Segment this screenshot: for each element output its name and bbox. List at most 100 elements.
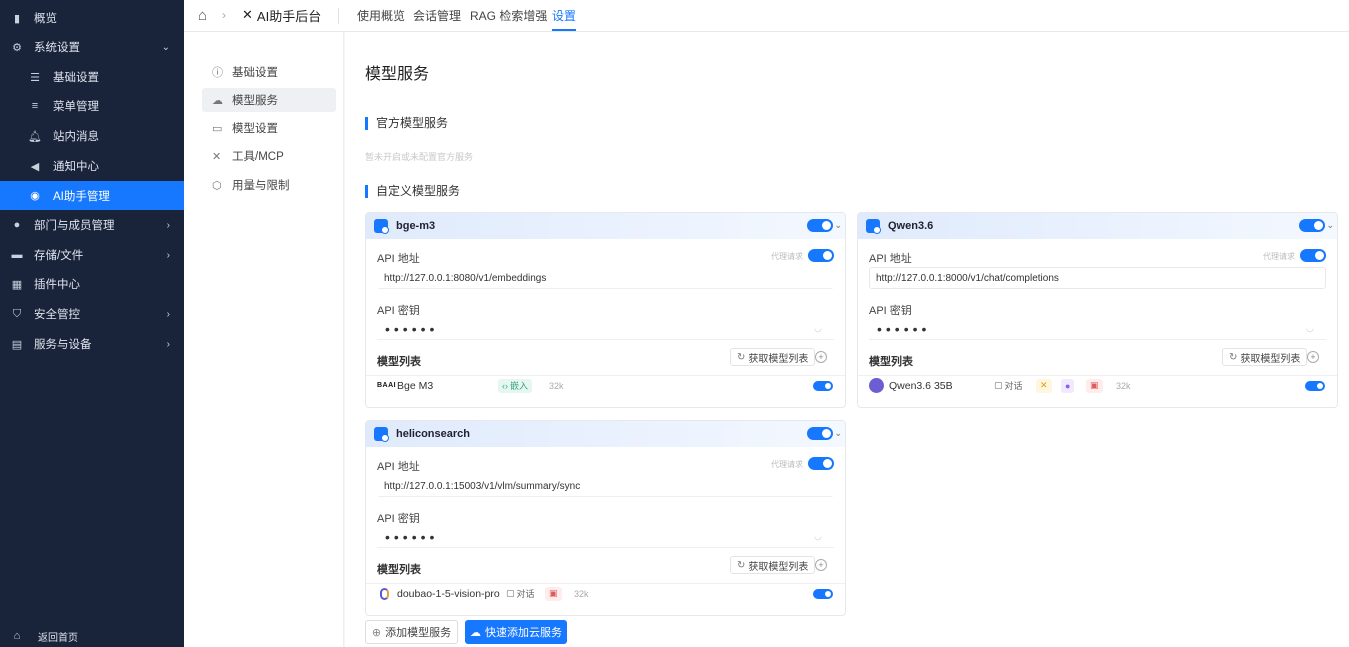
fetch-models-button[interactable]: ↻ 获取模型列表 xyxy=(1222,348,1308,366)
settings-nav-basic[interactable]: ⓘ 基础设置 xyxy=(202,60,336,84)
api-key-label: API 密钥 xyxy=(377,305,420,317)
sidebar-item-plugins[interactable]: ▦ 插件中心 xyxy=(0,270,184,298)
chevron-down-icon[interactable]: ⌄ xyxy=(834,428,842,439)
custom-section-title: 自定义模型服务 xyxy=(365,185,460,198)
gear-icon: ⚙ xyxy=(12,41,22,54)
settings-nav-model-settings[interactable]: ▭ 模型设置 xyxy=(202,116,336,140)
sidebar-item-storage[interactable]: ▬ 存储/文件 › xyxy=(0,241,184,269)
model-row: BAAI Bge M3 ‹› 嵌入 32k xyxy=(366,375,845,395)
service-card: bge-m3 ⌄ API 地址 代理请求 http://127.0.0.1:80… xyxy=(365,212,846,408)
tab-settings[interactable]: 设置 xyxy=(552,0,577,31)
home-icon[interactable]: ⌂ xyxy=(198,0,207,30)
tools-icon: ✕ xyxy=(242,7,253,22)
service-name: bge-m3 xyxy=(396,220,436,232)
settings-nav-model-service[interactable]: ☁ 模型服务 xyxy=(202,88,336,112)
info-icon: ⓘ xyxy=(212,67,223,79)
sidebar-item-services-devices[interactable]: ▤ 服务与设备 › xyxy=(0,330,184,358)
sidebar-item-departments[interactable]: ● 部门与成员管理 › xyxy=(0,211,184,239)
chat-tag: ▢ 对话 xyxy=(994,380,1023,391)
official-hint: 暂未开启或未配置官方服务 xyxy=(365,152,474,162)
chevron-right-icon: › xyxy=(166,249,170,261)
api-key-label: API 密钥 xyxy=(869,305,912,317)
model-vendor-logo: BAAI xyxy=(377,382,397,389)
sidebar-item-notification-center[interactable]: ◀ 通知中心 xyxy=(0,152,184,180)
model-enable-toggle[interactable] xyxy=(813,381,833,391)
reasoning-tag-icon: ● xyxy=(1061,378,1075,393)
api-url-input[interactable]: http://127.0.0.1:15003/v1/vlm/summary/sy… xyxy=(377,475,834,497)
sidebar-item-site-messages[interactable]: 🔔︎ 站内消息 xyxy=(0,122,184,150)
tab-session-management[interactable]: 会话管理 xyxy=(413,0,461,30)
settings-nav-tools-mcp[interactable]: ✕ 工具/MCP xyxy=(202,144,336,168)
model-name: doubao-1-5-vision-pro xyxy=(397,587,500,600)
bell-icon: 🔔︎ xyxy=(28,130,42,143)
back-home-link[interactable]: ⌂ 返回首页 xyxy=(0,625,184,647)
api-key-input[interactable]: •••••• xyxy=(869,318,1326,340)
context-length: 32k xyxy=(1116,380,1131,391)
grid-icon: ▦ xyxy=(11,278,23,291)
api-url-input[interactable]: http://127.0.0.1:8000/v1/chat/completion… xyxy=(869,267,1326,289)
add-model-service-button[interactable]: ⊕ 添加模型服务 xyxy=(365,620,458,644)
sidebar-item-system-settings[interactable]: ⚙ 系统设置 ⌄ xyxy=(0,33,184,61)
settings-nav: ⓘ 基础设置 ☁ 模型服务 ▭ 模型设置 ✕ 工具/MCP ⬡ 用量与限制 xyxy=(184,32,344,647)
embedding-tag: ‹› 嵌入 xyxy=(498,378,533,393)
eye-off-icon[interactable]: ◡ xyxy=(814,531,822,542)
proxy-toggle[interactable] xyxy=(808,457,834,470)
sidebar-item-basic-settings[interactable]: ☰ 基础设置 xyxy=(0,63,184,91)
chevron-down-icon[interactable]: ⌄ xyxy=(1326,220,1334,231)
chevron-down-icon: ⌄ xyxy=(161,41,170,53)
refresh-icon: ↻ xyxy=(737,559,746,571)
vision-tag-icon: ▣ xyxy=(1086,378,1103,393)
sidebar-item-menu-management[interactable]: ≡ 菜单管理 xyxy=(0,92,184,120)
fetch-models-button[interactable]: ↻ 获取模型列表 xyxy=(730,348,816,366)
service-enable-toggle[interactable] xyxy=(1299,219,1325,232)
tools-tag-icon: ✕ xyxy=(1036,378,1052,393)
tab-usage-overview[interactable]: 使用概览 xyxy=(357,0,405,30)
proxy-toggle[interactable] xyxy=(808,249,834,262)
add-model-icon[interactable]: + xyxy=(815,559,827,571)
service-card-header: Qwen3.6 ⌄ xyxy=(858,213,1337,239)
sidebar-item-ai-assistant[interactable]: ◉ AI助手管理 xyxy=(0,181,184,210)
sliders-icon: ☰ xyxy=(30,71,40,84)
model-enable-toggle[interactable] xyxy=(1305,381,1325,391)
chevron-right-icon: › xyxy=(222,8,226,22)
fetch-models-button[interactable]: ↻ 获取模型列表 xyxy=(730,556,816,574)
add-model-icon[interactable]: + xyxy=(815,351,827,363)
bar-chart-icon: ▮ xyxy=(13,12,21,25)
service-logo-icon xyxy=(374,219,389,234)
service-card-header: heliconsearch ⌄ xyxy=(366,421,845,447)
chevron-right-icon: › xyxy=(166,338,170,350)
server-icon: ▤ xyxy=(11,338,23,351)
service-enable-toggle[interactable] xyxy=(807,427,833,440)
eye-off-icon[interactable]: ◡ xyxy=(1306,323,1314,334)
quick-add-cloud-button[interactable]: ☁ 快速添加云服务 xyxy=(465,620,567,644)
eye-off-icon[interactable]: ◡ xyxy=(814,323,822,334)
service-name: heliconsearch xyxy=(396,428,470,440)
top-bar: ⌂ › ✕ AI助手后台 使用概览 会话管理 RAG 检索增强 设置 xyxy=(184,0,1349,32)
page-title: 模型服务 xyxy=(365,66,430,83)
tab-rag[interactable]: RAG 检索增强 xyxy=(470,0,547,30)
model-list-label: 模型列表 xyxy=(377,356,421,368)
proxy-toggle[interactable] xyxy=(1300,249,1326,262)
proxy-label: 代理请求 xyxy=(771,460,803,469)
proxy-label: 代理请求 xyxy=(771,252,803,261)
home-icon: ⌂ xyxy=(13,630,21,642)
speaker-icon: ◀ xyxy=(30,160,40,173)
sidebar-item-security[interactable]: ⛉ 安全管控 › xyxy=(0,300,184,328)
add-model-icon[interactable]: + xyxy=(1307,351,1319,363)
proxy-label: 代理请求 xyxy=(1263,252,1295,261)
api-key-input[interactable]: •••••• xyxy=(377,526,834,548)
sidebar-item-overview[interactable]: ▮ 概览 xyxy=(0,4,184,32)
chevron-down-icon[interactable]: ⌄ xyxy=(834,220,842,231)
service-enable-toggle[interactable] xyxy=(807,219,833,232)
settings-nav-usage-limits[interactable]: ⬡ 用量与限制 xyxy=(202,173,336,197)
folder-icon: ▬ xyxy=(11,249,23,261)
api-url-input[interactable]: http://127.0.0.1:8080/v1/embeddings xyxy=(377,267,834,289)
menu-icon: ≡ xyxy=(31,100,39,112)
plus-circle-icon: ⊕ xyxy=(371,626,382,639)
model-enable-toggle[interactable] xyxy=(813,589,833,599)
qwen-logo-icon xyxy=(869,378,884,393)
service-name: Qwen3.6 xyxy=(888,220,934,232)
users-icon: ● xyxy=(13,219,21,231)
api-key-input[interactable]: •••••• xyxy=(377,318,834,340)
divider xyxy=(338,8,339,24)
